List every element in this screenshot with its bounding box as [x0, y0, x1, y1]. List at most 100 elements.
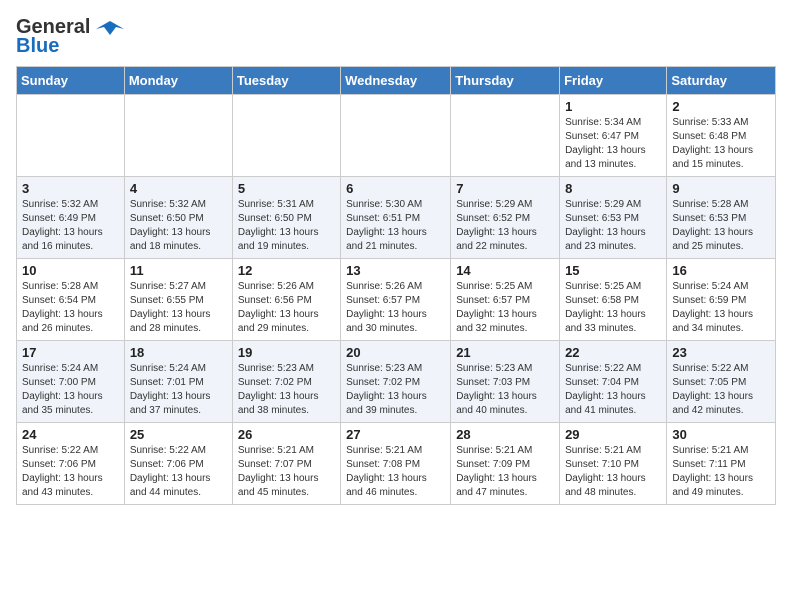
- day-info: Sunrise: 5:23 AM Sunset: 7:02 PM Dayligh…: [346, 362, 445, 418]
- day-info: Sunrise: 5:25 AM Sunset: 6:57 PM Dayligh…: [456, 280, 554, 336]
- calendar-week-1: 1Sunrise: 5:34 AM Sunset: 6:47 PM Daylig…: [17, 95, 776, 177]
- day-number: 30: [672, 427, 770, 442]
- column-header-tuesday: Tuesday: [232, 67, 340, 95]
- calendar-cell: 9Sunrise: 5:28 AM Sunset: 6:53 PM Daylig…: [667, 177, 776, 259]
- day-info: Sunrise: 5:32 AM Sunset: 6:49 PM Dayligh…: [22, 198, 119, 254]
- day-number: 7: [456, 181, 554, 196]
- logo-bird-icon: [96, 19, 124, 37]
- day-number: 8: [565, 181, 661, 196]
- column-header-sunday: Sunday: [17, 67, 125, 95]
- day-number: 1: [565, 99, 661, 114]
- day-number: 29: [565, 427, 661, 442]
- calendar-cell: 28 Sunrise: 5:21 AM Sunset: 7:09 PM Dayli…: [451, 423, 560, 505]
- day-info: Sunrise: 5:24 AM Sunset: 7:01 PM Dayligh…: [130, 362, 227, 418]
- column-header-saturday: Saturday: [667, 67, 776, 95]
- day-info: Sunrise: 5:32 AM Sunset: 6:50 PM Dayligh…: [130, 198, 227, 254]
- day-number: 3: [22, 181, 119, 196]
- day-number: 13: [346, 263, 445, 278]
- day-info: Sunrise: 5:22 AM Sunset: 7:06 PM Dayligh…: [22, 444, 119, 500]
- calendar-cell: 29 Sunrise: 5:21 AM Sunset: 7:10 PM Dayli…: [560, 423, 667, 505]
- calendar-cell: [17, 95, 125, 177]
- calendar-week-5: 24 Sunrise: 5:22 AM Sunset: 7:06 PM Dayli…: [17, 423, 776, 505]
- calendar-cell: 23 Sunrise: 5:22 AM Sunset: 7:05 PM Dayli…: [667, 341, 776, 423]
- day-number: 17: [22, 345, 119, 360]
- logo: General Blue: [16, 16, 124, 58]
- calendar-cell: 12Sunrise: 5:26 AM Sunset: 6:56 PM Dayli…: [232, 259, 340, 341]
- calendar-cell: [341, 95, 451, 177]
- column-header-monday: Monday: [124, 67, 232, 95]
- calendar-cell: 22Sunrise: 5:22 AM Sunset: 7:04 PM Dayli…: [560, 341, 667, 423]
- day-number: 6: [346, 181, 445, 196]
- calendar-cell: 8 Sunrise: 5:29 AM Sunset: 6:53 PM Daylig…: [560, 177, 667, 259]
- calendar-cell: 14 Sunrise: 5:25 AM Sunset: 6:57 PM Dayli…: [451, 259, 560, 341]
- calendar-week-4: 17 Sunrise: 5:24 AM Sunset: 7:00 PM Dayli…: [17, 341, 776, 423]
- day-info: Sunrise: 5:21 AM Sunset: 7:09 PM Dayligh…: [456, 444, 554, 500]
- day-number: 2: [672, 99, 770, 114]
- day-info: Sunrise: 5:21 AM Sunset: 7:11 PM Dayligh…: [672, 444, 770, 500]
- day-info: Sunrise: 5:21 AM Sunset: 7:08 PM Dayligh…: [346, 444, 445, 500]
- day-number: 14: [456, 263, 554, 278]
- calendar-cell: 2Sunrise: 5:33 AM Sunset: 6:48 PM Daylig…: [667, 95, 776, 177]
- day-number: 5: [238, 181, 335, 196]
- day-info: Sunrise: 5:29 AM Sunset: 6:52 PM Dayligh…: [456, 198, 554, 254]
- day-number: 11: [130, 263, 227, 278]
- calendar-week-2: 3 Sunrise: 5:32 AM Sunset: 6:49 PM Daylig…: [17, 177, 776, 259]
- column-header-wednesday: Wednesday: [341, 67, 451, 95]
- calendar-cell: 1Sunrise: 5:34 AM Sunset: 6:47 PM Daylig…: [560, 95, 667, 177]
- calendar-cell: 11 Sunrise: 5:27 AM Sunset: 6:55 PM Dayli…: [124, 259, 232, 341]
- day-info: Sunrise: 5:29 AM Sunset: 6:53 PM Dayligh…: [565, 198, 661, 254]
- day-info: Sunrise: 5:24 AM Sunset: 7:00 PM Dayligh…: [22, 362, 119, 418]
- day-info: Sunrise: 5:25 AM Sunset: 6:58 PM Dayligh…: [565, 280, 661, 336]
- day-number: 15: [565, 263, 661, 278]
- day-info: Sunrise: 5:31 AM Sunset: 6:50 PM Dayligh…: [238, 198, 335, 254]
- page-header: General Blue: [16, 16, 776, 58]
- day-info: Sunrise: 5:26 AM Sunset: 6:57 PM Dayligh…: [346, 280, 445, 336]
- day-number: 12: [238, 263, 335, 278]
- calendar-cell: 19Sunrise: 5:23 AM Sunset: 7:02 PM Dayli…: [232, 341, 340, 423]
- calendar-cell: 4 Sunrise: 5:32 AM Sunset: 6:50 PM Daylig…: [124, 177, 232, 259]
- calendar-cell: 5 Sunrise: 5:31 AM Sunset: 6:50 PM Daylig…: [232, 177, 340, 259]
- calendar-cell: 17 Sunrise: 5:24 AM Sunset: 7:00 PM Dayli…: [17, 341, 125, 423]
- day-number: 16: [672, 263, 770, 278]
- day-info: Sunrise: 5:21 AM Sunset: 7:10 PM Dayligh…: [565, 444, 661, 500]
- calendar-cell: [124, 95, 232, 177]
- calendar-cell: 16 Sunrise: 5:24 AM Sunset: 6:59 PM Dayli…: [667, 259, 776, 341]
- calendar-cell: 20 Sunrise: 5:23 AM Sunset: 7:02 PM Dayli…: [341, 341, 451, 423]
- calendar-cell: 7 Sunrise: 5:29 AM Sunset: 6:52 PM Daylig…: [451, 177, 560, 259]
- day-info: Sunrise: 5:22 AM Sunset: 7:06 PM Dayligh…: [130, 444, 227, 500]
- calendar-week-3: 10 Sunrise: 5:28 AM Sunset: 6:54 PM Dayli…: [17, 259, 776, 341]
- day-info: Sunrise: 5:27 AM Sunset: 6:55 PM Dayligh…: [130, 280, 227, 336]
- day-number: 20: [346, 345, 445, 360]
- day-number: 22: [565, 345, 661, 360]
- calendar-cell: 6 Sunrise: 5:30 AM Sunset: 6:51 PM Daylig…: [341, 177, 451, 259]
- day-info: Sunrise: 5:28 AM Sunset: 6:53 PM Dayligh…: [672, 198, 770, 254]
- day-info: Sunrise: 5:24 AM Sunset: 6:59 PM Dayligh…: [672, 280, 770, 336]
- day-number: 4: [130, 181, 227, 196]
- day-number: 10: [22, 263, 119, 278]
- calendar-header-row: SundayMondayTuesdayWednesdayThursdayFrid…: [17, 67, 776, 95]
- logo-blue-text: Blue: [16, 35, 59, 58]
- calendar-cell: 21Sunrise: 5:23 AM Sunset: 7:03 PM Dayli…: [451, 341, 560, 423]
- day-number: 18: [130, 345, 227, 360]
- day-info: Sunrise: 5:30 AM Sunset: 6:51 PM Dayligh…: [346, 198, 445, 254]
- calendar-cell: 13 Sunrise: 5:26 AM Sunset: 6:57 PM Dayli…: [341, 259, 451, 341]
- day-number: 24: [22, 427, 119, 442]
- calendar-cell: 27 Sunrise: 5:21 AM Sunset: 7:08 PM Dayli…: [341, 423, 451, 505]
- calendar-table: SundayMondayTuesdayWednesdayThursdayFrid…: [16, 66, 776, 505]
- day-info: Sunrise: 5:22 AM Sunset: 7:05 PM Dayligh…: [672, 362, 770, 418]
- day-number: 23: [672, 345, 770, 360]
- calendar-cell: [451, 95, 560, 177]
- calendar-cell: [232, 95, 340, 177]
- calendar-cell: 26 Sunrise: 5:21 AM Sunset: 7:07 PM Dayli…: [232, 423, 340, 505]
- day-info: Sunrise: 5:28 AM Sunset: 6:54 PM Dayligh…: [22, 280, 119, 336]
- day-number: 27: [346, 427, 445, 442]
- calendar-cell: 25Sunrise: 5:22 AM Sunset: 7:06 PM Dayli…: [124, 423, 232, 505]
- day-number: 28: [456, 427, 554, 442]
- calendar-cell: 10 Sunrise: 5:28 AM Sunset: 6:54 PM Dayli…: [17, 259, 125, 341]
- day-number: 19: [238, 345, 335, 360]
- day-number: 21: [456, 345, 554, 360]
- day-number: 26: [238, 427, 335, 442]
- day-info: Sunrise: 5:21 AM Sunset: 7:07 PM Dayligh…: [238, 444, 335, 500]
- calendar-cell: 30 Sunrise: 5:21 AM Sunset: 7:11 PM Dayli…: [667, 423, 776, 505]
- calendar-cell: 3 Sunrise: 5:32 AM Sunset: 6:49 PM Daylig…: [17, 177, 125, 259]
